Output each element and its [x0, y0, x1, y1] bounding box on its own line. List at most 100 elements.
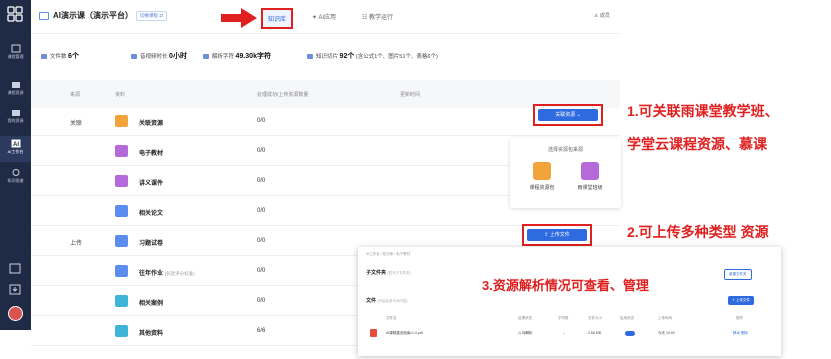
sidebar-item-course-manage[interactable]: 课程管理: [0, 44, 31, 60]
row-source: 关联: [70, 121, 83, 127]
avatar[interactable]: [8, 306, 23, 321]
table-row[interactable]: 关联 关联资源 0/0: [31, 108, 620, 136]
row-count: 0/0: [257, 178, 266, 184]
text-icon: [203, 54, 209, 60]
app-icon: [39, 12, 49, 20]
resource-note: (包括评分标准): [164, 271, 195, 276]
th-source: 来源: [70, 92, 81, 98]
breadcrumb: AI工作台 / 知识库 / 电子教材: [366, 252, 411, 256]
stat-files: 文件数 6个: [41, 51, 79, 61]
stat-note: (含公式1个、图片51个、表格6个): [355, 54, 438, 60]
members-link[interactable]: ♙ 成员: [594, 12, 610, 19]
th-enabled: 启用状态: [620, 316, 634, 320]
resource-folder-icon: [115, 325, 128, 337]
tab-teaching[interactable]: ☷ 教学运行: [362, 12, 393, 21]
sidebar-item-label: 知识图谱: [7, 178, 24, 183]
sidebar-item-knowledge-graph[interactable]: 知识图谱: [0, 168, 31, 184]
sidebar-item-my-resource[interactable]: 我的资源: [0, 108, 31, 124]
sidebar-item-course-resource[interactable]: 课程资源: [0, 80, 31, 96]
row-count: 0/0: [257, 268, 266, 274]
tab-knowledge-base[interactable]: 知识库: [261, 8, 294, 29]
package-icon: [533, 162, 551, 180]
row-resource-name[interactable]: 习题试卷: [139, 238, 163, 247]
option-label: 课程资源包: [529, 185, 555, 191]
resource-folder-icon: [115, 205, 128, 217]
th-upload-time: 上传时间: [658, 316, 672, 320]
stat-value: 92个: [339, 53, 355, 60]
class-icon: [581, 162, 599, 180]
stats-bar: 文件数 6个 音视频时长 0小时 解析字符 49.30k字符 知识切片 92个 …: [31, 43, 620, 73]
th-count: 处理成功/上传资源数量: [257, 92, 309, 98]
video-icon: [131, 54, 137, 60]
app-grid-logo-icon[interactable]: [7, 6, 23, 22]
th-status: 处理状态: [518, 316, 532, 320]
upload-file-button[interactable]: ⇧ 上传文件: [522, 224, 592, 246]
link-resource-button[interactable]: 关联资源 ⌄: [533, 104, 603, 126]
sidebar-item-ai-workbench[interactable]: AI AI工作台: [0, 136, 31, 162]
sidebar-item-label: 我的资源: [7, 118, 24, 123]
sidebar-item-label: 课程资源: [7, 90, 24, 95]
resource-name-text: 讲义课件: [139, 181, 164, 187]
option-rain-classroom[interactable]: 雨课堂班级: [570, 162, 610, 191]
export-icon[interactable]: [9, 284, 21, 295]
th-filename: 文件名: [386, 316, 397, 320]
stat-slices: 知识切片 92个 (含公式1个、图片51个、表格6个): [307, 51, 438, 61]
file-detail-panel: AI工作台 / 知识库 / 电子教材 子文件夹 (暂无子文件夹) 新建文件夹 3…: [358, 247, 781, 356]
resource-name-text: 习题试卷: [139, 241, 164, 247]
resource-folder-icon: [115, 115, 128, 127]
row-count: 0/0: [257, 118, 266, 124]
row-count: 0/0: [257, 148, 266, 154]
resource-name-text: 电子教材: [139, 151, 164, 157]
svg-text:AI: AI: [13, 142, 19, 148]
file-icon: [41, 54, 47, 60]
resource-name-text: 往年作业: [139, 271, 164, 277]
row-resource-name[interactable]: 往年作业 (包括评分标准): [139, 268, 195, 277]
resource-folder-icon: [115, 265, 128, 277]
file-chars: --: [563, 331, 566, 335]
row-resource-name[interactable]: 关联资源: [139, 118, 163, 127]
file-title: 文件 (开启后参与AI问答): [366, 298, 408, 304]
file-name[interactable]: AI课程建设指南v1.0.pdf: [386, 331, 423, 336]
stat-value: 0小时: [169, 53, 187, 60]
nodes-icon: [12, 169, 19, 176]
row-resource-name[interactable]: 其他资料: [139, 328, 163, 337]
resource-name-text: 相关论文: [139, 211, 164, 217]
stat-value: 49.30k字符: [235, 53, 271, 60]
top-bar: AI演示课（演示平台） 切换课程 ⇄ 知识库 ✦ AI应用 ☷ 教学运行 ♙ 成…: [31, 0, 620, 34]
members-label: 成员: [599, 13, 610, 19]
row-count: 0/0: [257, 298, 266, 304]
file-size: 2.66 MB: [588, 331, 602, 335]
sidebar-item-label: AI工作台: [7, 149, 24, 154]
sidebar: 课程管理 课程资源 我的资源 AI AI工作台 知识图谱: [0, 0, 31, 330]
help-icon[interactable]: [9, 263, 21, 274]
upload-file-label[interactable]: ⇧ 上传文件: [527, 229, 587, 241]
annotation-3: 3.资源解析情况可查看、管理: [482, 278, 649, 293]
row-count: 6/6: [257, 328, 266, 334]
th-size: 文件大小: [588, 316, 602, 320]
panel-upload-button[interactable]: ⇧ 上传文件: [728, 296, 754, 305]
enable-toggle[interactable]: [625, 331, 635, 336]
th-time: 更新时间: [400, 92, 421, 98]
new-folder-button[interactable]: 新建文件夹: [724, 269, 752, 280]
th-resource: 资料: [115, 92, 126, 98]
row-resource-name[interactable]: 相关案例: [139, 298, 163, 307]
row-resource-name[interactable]: 相关论文: [139, 208, 163, 217]
option-course-package[interactable]: 课程资源包: [522, 162, 562, 191]
red-arrow-icon: [221, 8, 257, 28]
resource-name-text: 关联资源: [139, 121, 164, 127]
stat-chars: 解析字符 49.30k字符: [203, 51, 271, 61]
row-count: 0/0: [257, 238, 266, 244]
option-label: 雨课堂班级: [577, 185, 603, 191]
file-actions[interactable]: 移动 删除: [733, 331, 748, 336]
tab-ai-apps[interactable]: ✦ AI应用: [312, 12, 336, 21]
row-resource-name[interactable]: 电子教材: [139, 148, 163, 157]
row-source: 上传: [70, 241, 83, 247]
link-resource-label[interactable]: 关联资源 ⌄: [538, 109, 598, 121]
annotation-2: 2.可上传多种类型 资源: [627, 224, 769, 240]
source-popover: 选择资源包来源 课程资源包 雨课堂班级: [510, 138, 621, 208]
annotation-1-line1: 1.可关联雨课堂教学班、: [627, 103, 779, 119]
row-resource-name[interactable]: 讲义课件: [139, 178, 163, 187]
box-icon: [11, 110, 20, 116]
annotation-1-line2: 学堂云课程资源、慕课: [627, 136, 767, 152]
switch-course-button[interactable]: 切换课程 ⇄: [136, 11, 168, 21]
